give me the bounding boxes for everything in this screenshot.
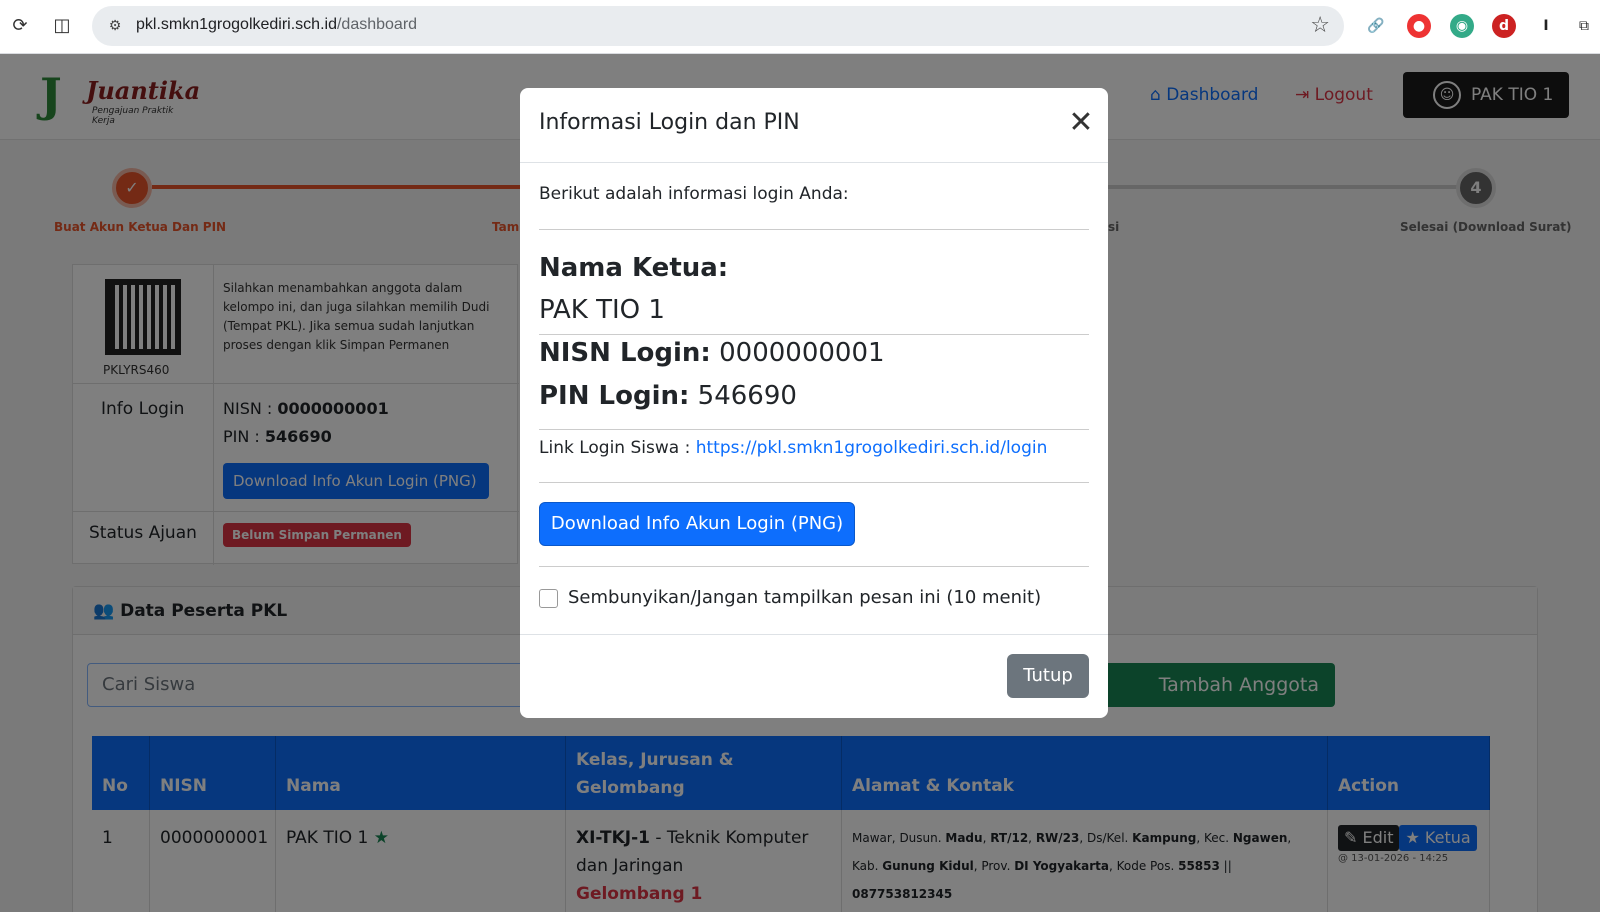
- modal-pin-label: PIN Login:: [539, 381, 690, 411]
- login-link-label: Link Login Siswa :: [539, 438, 696, 458]
- url-host: pkl.smkn1grogolkediri.sch.id: [136, 16, 337, 33]
- modal-intro-text: Berikut adalah informasi login Anda:: [539, 184, 849, 204]
- star-icon[interactable]: ☆: [1310, 13, 1330, 38]
- divider: [539, 229, 1089, 230]
- hide-message-checkbox[interactable]: [539, 589, 558, 608]
- extension-globe-icon[interactable]: ◉: [1450, 14, 1474, 38]
- nama-ketua-value: PAK TIO 1: [539, 295, 665, 325]
- divider: [539, 482, 1089, 483]
- extension-cursor-icon[interactable]: I: [1534, 14, 1558, 38]
- divider: [539, 334, 1089, 335]
- split-view-icon[interactable]: ◫: [50, 14, 74, 38]
- divider: [539, 566, 1089, 567]
- reload-icon[interactable]: ⟳: [8, 14, 32, 38]
- login-link[interactable]: https://pkl.smkn1grogolkediri.sch.id/log…: [696, 438, 1048, 458]
- modal-nisn-value: 0000000001: [719, 338, 885, 368]
- url-text[interactable]: pkl.smkn1grogolkediri.sch.id/dashboard: [136, 16, 417, 34]
- site-settings-icon[interactable]: ⚙: [104, 15, 126, 37]
- modal-header: Informasi Login dan PIN ✕: [520, 88, 1108, 163]
- extension-pokeball-icon[interactable]: ●: [1407, 14, 1431, 38]
- download-info-button[interactable]: Download Info Akun Login (PNG): [539, 502, 855, 546]
- modal-footer-divider: [520, 634, 1108, 635]
- link-icon[interactable]: 🔗: [1364, 14, 1388, 38]
- browser-toolbar: ⟳ ◫ ⚙ pkl.smkn1grogolkediri.sch.id/dashb…: [0, 0, 1600, 54]
- modal-nisn-label: NISN Login:: [539, 338, 711, 368]
- address-bar[interactable]: ⚙ pkl.smkn1grogolkediri.sch.id/dashboard…: [92, 6, 1344, 46]
- extensions-puzzle-icon[interactable]: ⧉: [1572, 14, 1596, 38]
- nama-ketua-label: Nama Ketua:: [539, 253, 729, 283]
- modal-pin-value: 546690: [697, 381, 797, 411]
- close-button[interactable]: Tutup: [1007, 654, 1089, 698]
- url-path: /dashboard: [336, 16, 418, 33]
- modal-pin-line: PIN Login: 546690: [539, 381, 797, 411]
- login-info-modal: Informasi Login dan PIN ✕ Berikut adalah…: [520, 88, 1108, 718]
- hide-message-label[interactable]: Sembunyikan/Jangan tampilkan pesan ini (…: [568, 587, 1041, 608]
- modal-nisn-line: NISN Login: 0000000001: [539, 338, 885, 368]
- extension-d-icon[interactable]: d: [1492, 14, 1516, 38]
- divider: [539, 429, 1089, 430]
- login-link-line: Link Login Siswa : https://pkl.smkn1grog…: [539, 438, 1047, 458]
- close-icon[interactable]: ✕: [1066, 108, 1096, 138]
- modal-title: Informasi Login dan PIN: [539, 110, 800, 135]
